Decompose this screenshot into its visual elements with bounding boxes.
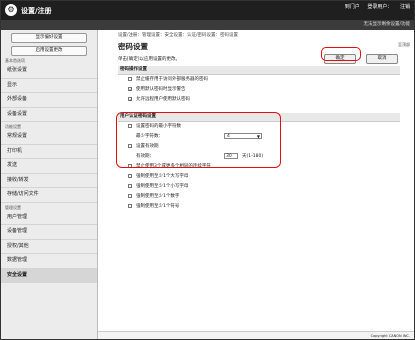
sidebar-item-data[interactable]: 数据管理 xyxy=(1,254,97,269)
setting-row: 强制使用至少1个数字 xyxy=(118,192,400,202)
checkbox[interactable]: ✓ xyxy=(128,97,132,102)
setting-label: 允许远程用户使用默认密码 xyxy=(136,97,190,102)
app-frame: ⚙ 设置/注册 到门户 登录用户： 注销 无法显示剩余设置/功能 显示偏好设置 … xyxy=(0,0,415,340)
footer: Copyright CANON INC. xyxy=(98,331,414,339)
sidebar-item-license[interactable]: 授权/其他 xyxy=(1,240,97,254)
setting-row: 强制使用至少1个符号 xyxy=(118,202,400,212)
sidebar-item-receive[interactable]: 接收/转发 xyxy=(1,174,97,188)
setting-row: ✓ 使用默认密码时显示警告 xyxy=(118,85,400,95)
page-title: 密码设置 xyxy=(118,42,148,51)
sidebar-item-printer[interactable]: 打印机 xyxy=(1,145,97,159)
sidebar-item-external[interactable]: 外部设备 xyxy=(1,93,97,108)
setting-row: 禁止缓存用于访问外部服务器的密码 xyxy=(118,75,400,85)
breadcrumb: 设置/注册：管理设置：安全设置：认证/密码设置：密码设置 xyxy=(118,33,239,38)
info-bar: 无法显示剩余设置/功能 xyxy=(1,20,414,30)
sidebar: 显示偏好设置 启用设置更改 基本首选项 纸张设置 显示 外部设备 设备设置 功能… xyxy=(1,30,98,339)
app-title: 设置/注册 xyxy=(21,7,52,15)
checkbox[interactable] xyxy=(128,184,132,188)
setting-row: ✓ 允许远程用户使用默认密码 xyxy=(118,95,400,105)
setting-row: 强制使用至少1个大写字母 xyxy=(118,172,400,182)
top-bar: ⚙ 设置/注册 到门户 登录用户： 注销 xyxy=(1,1,414,20)
setting-row: 强制使用至少1个小写字母 xyxy=(118,182,400,192)
notice-text: 单击[确定]以应用设置的更改。 xyxy=(118,57,181,62)
password-operation-section: 密码操作设置 禁止缓存用于访问外部服务器的密码 ✓ 使用默认密码时显示警告 ✓ … xyxy=(118,66,400,105)
back-to-top-link[interactable]: 至顶部 xyxy=(398,42,410,48)
checkbox[interactable] xyxy=(128,174,132,178)
checkbox[interactable] xyxy=(128,194,132,198)
sidebar-item-store[interactable]: 存储/访问文件 xyxy=(1,188,97,203)
sidebar-item-display[interactable]: 显示 xyxy=(1,79,97,93)
sidebar-item-general[interactable]: 常规设置 xyxy=(1,130,97,145)
top-links: 到门户 登录用户： 注销 xyxy=(339,3,410,10)
sidebar-item-send[interactable]: 发送 xyxy=(1,159,97,174)
cancel-button[interactable]: 取消 xyxy=(366,54,398,64)
setting-label: 强制使用至少1个大写字母 xyxy=(136,174,189,179)
setting-label: 禁止缓存用于访问外部服务器的密码 xyxy=(136,77,208,82)
portal-link[interactable]: 到门户 xyxy=(345,4,360,10)
main-panel: 设置/注册：管理设置：安全设置：认证/密码设置：密码设置 密码设置 至顶部 单击… xyxy=(98,30,414,339)
section-title: 密码操作设置 xyxy=(118,66,400,75)
enable-settings-change-button[interactable]: 启用设置更改 xyxy=(11,46,87,56)
display-preferences-button[interactable]: 显示偏好设置 xyxy=(11,33,87,43)
ok-button-highlight xyxy=(321,47,361,61)
password-settings-highlight xyxy=(116,112,281,168)
checkbox[interactable] xyxy=(128,77,132,81)
checkbox[interactable] xyxy=(128,204,132,208)
settings-icon: ⚙ xyxy=(5,4,17,16)
login-user-label: 登录用户： xyxy=(367,4,393,10)
checkbox[interactable]: ✓ xyxy=(128,87,132,92)
setting-label: 强制使用至少1个小写字母 xyxy=(136,184,189,189)
setting-label: 强制使用至少1个数字 xyxy=(136,194,180,199)
sidebar-item-security[interactable]: 安全设置 xyxy=(1,268,97,283)
sidebar-item-paper[interactable]: 纸张设置 xyxy=(1,64,97,79)
logout-link[interactable]: 注销 xyxy=(400,4,410,10)
sidebar-item-device-mgmt[interactable]: 设备管理 xyxy=(1,225,97,240)
sidebar-item-users[interactable]: 用户管理 xyxy=(1,211,97,225)
sidebar-item-device[interactable]: 设备设置 xyxy=(1,108,97,122)
setting-label: 使用默认密码时显示警告 xyxy=(136,87,186,92)
setting-label: 强制使用至少1个符号 xyxy=(136,204,180,209)
